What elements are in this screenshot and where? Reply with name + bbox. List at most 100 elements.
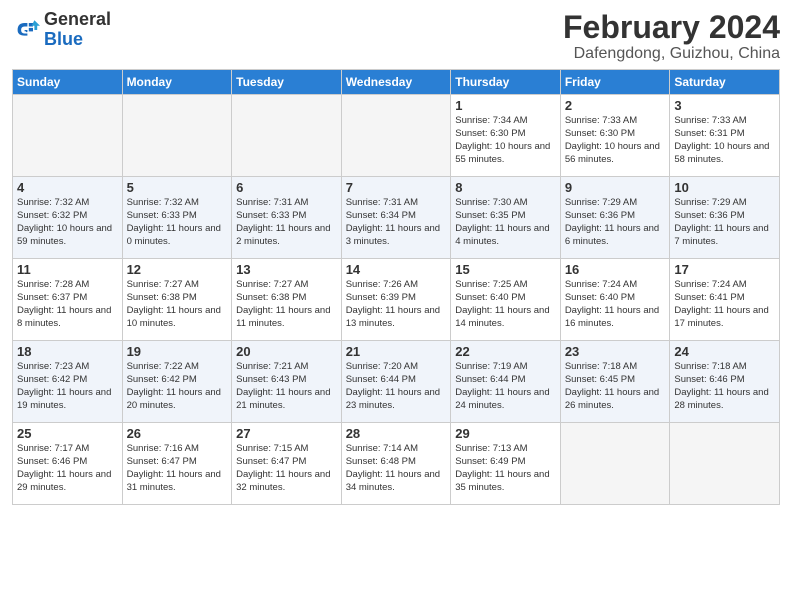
day-info: Sunrise: 7:18 AMSunset: 6:45 PMDaylight:… <box>565 361 666 412</box>
day-number: 12 <box>127 262 228 277</box>
day-info: Sunrise: 7:23 AMSunset: 6:42 PMDaylight:… <box>17 361 118 412</box>
calendar-cell: 18 Sunrise: 7:23 AMSunset: 6:42 PMDayligh… <box>13 341 123 423</box>
day-number: 14 <box>346 262 447 277</box>
day-number: 20 <box>236 344 337 359</box>
calendar-cell: 24 Sunrise: 7:18 AMSunset: 6:46 PMDayligh… <box>670 341 780 423</box>
day-info: Sunrise: 7:26 AMSunset: 6:39 PMDaylight:… <box>346 279 447 330</box>
calendar-table: SundayMondayTuesdayWednesdayThursdayFrid… <box>12 69 780 505</box>
day-number: 21 <box>346 344 447 359</box>
calendar-cell: 4Sunrise: 7:32 AMSunset: 6:32 PMDaylight… <box>13 177 123 259</box>
calendar-cell: 14 Sunrise: 7:26 AMSunset: 6:39 PMDayligh… <box>341 259 451 341</box>
calendar-cell: 5Sunrise: 7:32 AMSunset: 6:33 PMDaylight… <box>122 177 232 259</box>
month-year: February 2024 <box>563 10 780 45</box>
calendar-cell: 15 Sunrise: 7:25 AMSunset: 6:40 PMDayligh… <box>451 259 561 341</box>
calendar-cell: 29 Sunrise: 7:13 AMSunset: 6:49 PMDayligh… <box>451 423 561 505</box>
calendar-cell: 7 Sunrise: 7:31 AMSunset: 6:34 PMDaylight… <box>341 177 451 259</box>
calendar-cell: 23 Sunrise: 7:18 AMSunset: 6:45 PMDayligh… <box>560 341 670 423</box>
day-number: 16 <box>565 262 666 277</box>
col-header-wednesday: Wednesday <box>341 70 451 95</box>
col-header-saturday: Saturday <box>670 70 780 95</box>
calendar-cell: 1 Sunrise: 7:34 AMSunset: 6:30 PMDaylight… <box>451 95 561 177</box>
day-info: Sunrise: 7:25 AMSunset: 6:40 PMDaylight:… <box>455 279 556 330</box>
day-number: 27 <box>236 426 337 441</box>
day-number: 11 <box>17 262 118 277</box>
day-info: Sunrise: 7:32 AMSunset: 6:33 PMDaylight:… <box>127 197 228 248</box>
calendar-cell: 20 Sunrise: 7:21 AMSunset: 6:43 PMDayligh… <box>232 341 342 423</box>
day-number: 15 <box>455 262 556 277</box>
calendar-cell <box>13 95 123 177</box>
day-info: Sunrise: 7:34 AMSunset: 6:30 PMDaylight:… <box>455 115 556 166</box>
col-header-sunday: Sunday <box>13 70 123 95</box>
calendar-cell: 8 Sunrise: 7:30 AMSunset: 6:35 PMDaylight… <box>451 177 561 259</box>
calendar-container: General Blue February 2024 Dafengdong, G… <box>0 0 792 513</box>
day-info: Sunrise: 7:27 AMSunset: 6:38 PMDaylight:… <box>127 279 228 330</box>
week-row-3: 18 Sunrise: 7:23 AMSunset: 6:42 PMDayligh… <box>13 341 780 423</box>
day-number: 24 <box>674 344 775 359</box>
week-row-2: 11Sunrise: 7:28 AMSunset: 6:37 PMDayligh… <box>13 259 780 341</box>
day-number: 10 <box>674 180 775 195</box>
day-number: 7 <box>346 180 447 195</box>
day-info: Sunrise: 7:24 AMSunset: 6:41 PMDaylight:… <box>674 279 775 330</box>
day-number: 26 <box>127 426 228 441</box>
calendar-cell <box>122 95 232 177</box>
logo-text: General Blue <box>44 10 111 50</box>
day-number: 18 <box>17 344 118 359</box>
header-row: SundayMondayTuesdayWednesdayThursdayFrid… <box>13 70 780 95</box>
day-number: 8 <box>455 180 556 195</box>
day-number: 23 <box>565 344 666 359</box>
calendar-cell: 22Sunrise: 7:19 AMSunset: 6:44 PMDayligh… <box>451 341 561 423</box>
calendar-cell: 27Sunrise: 7:15 AMSunset: 6:47 PMDayligh… <box>232 423 342 505</box>
calendar-cell: 9Sunrise: 7:29 AMSunset: 6:36 PMDaylight… <box>560 177 670 259</box>
logo-icon <box>12 16 40 44</box>
day-number: 25 <box>17 426 118 441</box>
day-number: 22 <box>455 344 556 359</box>
day-info: Sunrise: 7:18 AMSunset: 6:46 PMDaylight:… <box>674 361 775 412</box>
header: General Blue February 2024 Dafengdong, G… <box>12 10 780 63</box>
col-header-friday: Friday <box>560 70 670 95</box>
calendar-cell: 10 Sunrise: 7:29 AMSunset: 6:36 PMDayligh… <box>670 177 780 259</box>
day-info: Sunrise: 7:30 AMSunset: 6:35 PMDaylight:… <box>455 197 556 248</box>
calendar-cell: 16 Sunrise: 7:24 AMSunset: 6:40 PMDayligh… <box>560 259 670 341</box>
day-number: 9 <box>565 180 666 195</box>
calendar-cell: 12 Sunrise: 7:27 AMSunset: 6:38 PMDayligh… <box>122 259 232 341</box>
calendar-cell: 17 Sunrise: 7:24 AMSunset: 6:41 PMDayligh… <box>670 259 780 341</box>
calendar-cell: 26 Sunrise: 7:16 AMSunset: 6:47 PMDayligh… <box>122 423 232 505</box>
calendar-cell: 28Sunrise: 7:14 AMSunset: 6:48 PMDayligh… <box>341 423 451 505</box>
week-row-4: 25 Sunrise: 7:17 AMSunset: 6:46 PMDayligh… <box>13 423 780 505</box>
calendar-cell <box>670 423 780 505</box>
day-info: Sunrise: 7:27 AMSunset: 6:38 PMDaylight:… <box>236 279 337 330</box>
day-number: 1 <box>455 98 556 113</box>
col-header-monday: Monday <box>122 70 232 95</box>
calendar-cell: 21 Sunrise: 7:20 AMSunset: 6:44 PMDayligh… <box>341 341 451 423</box>
calendar-cell: 11Sunrise: 7:28 AMSunset: 6:37 PMDayligh… <box>13 259 123 341</box>
day-info: Sunrise: 7:21 AMSunset: 6:43 PMDaylight:… <box>236 361 337 412</box>
col-header-thursday: Thursday <box>451 70 561 95</box>
day-number: 3 <box>674 98 775 113</box>
day-info: Sunrise: 7:17 AMSunset: 6:46 PMDaylight:… <box>17 443 118 494</box>
day-number: 19 <box>127 344 228 359</box>
col-header-tuesday: Tuesday <box>232 70 342 95</box>
day-info: Sunrise: 7:22 AMSunset: 6:42 PMDaylight:… <box>127 361 228 412</box>
calendar-cell: 19 Sunrise: 7:22 AMSunset: 6:42 PMDayligh… <box>122 341 232 423</box>
day-number: 29 <box>455 426 556 441</box>
day-info: Sunrise: 7:33 AMSunset: 6:31 PMDaylight:… <box>674 115 775 166</box>
calendar-cell: 3 Sunrise: 7:33 AMSunset: 6:31 PMDaylight… <box>670 95 780 177</box>
day-info: Sunrise: 7:33 AMSunset: 6:30 PMDaylight:… <box>565 115 666 166</box>
day-number: 17 <box>674 262 775 277</box>
day-info: Sunrise: 7:29 AMSunset: 6:36 PMDaylight:… <box>674 197 775 248</box>
calendar-cell: 6 Sunrise: 7:31 AMSunset: 6:33 PMDaylight… <box>232 177 342 259</box>
title-area: February 2024 Dafengdong, Guizhou, China <box>563 10 780 63</box>
day-info: Sunrise: 7:31 AMSunset: 6:33 PMDaylight:… <box>236 197 337 248</box>
day-info: Sunrise: 7:16 AMSunset: 6:47 PMDaylight:… <box>127 443 228 494</box>
day-info: Sunrise: 7:20 AMSunset: 6:44 PMDaylight:… <box>346 361 447 412</box>
day-number: 6 <box>236 180 337 195</box>
day-info: Sunrise: 7:13 AMSunset: 6:49 PMDaylight:… <box>455 443 556 494</box>
day-info: Sunrise: 7:24 AMSunset: 6:40 PMDaylight:… <box>565 279 666 330</box>
calendar-cell <box>232 95 342 177</box>
day-number: 2 <box>565 98 666 113</box>
week-row-1: 4Sunrise: 7:32 AMSunset: 6:32 PMDaylight… <box>13 177 780 259</box>
day-number: 28 <box>346 426 447 441</box>
day-number: 13 <box>236 262 337 277</box>
day-info: Sunrise: 7:31 AMSunset: 6:34 PMDaylight:… <box>346 197 447 248</box>
logo: General Blue <box>12 10 111 50</box>
